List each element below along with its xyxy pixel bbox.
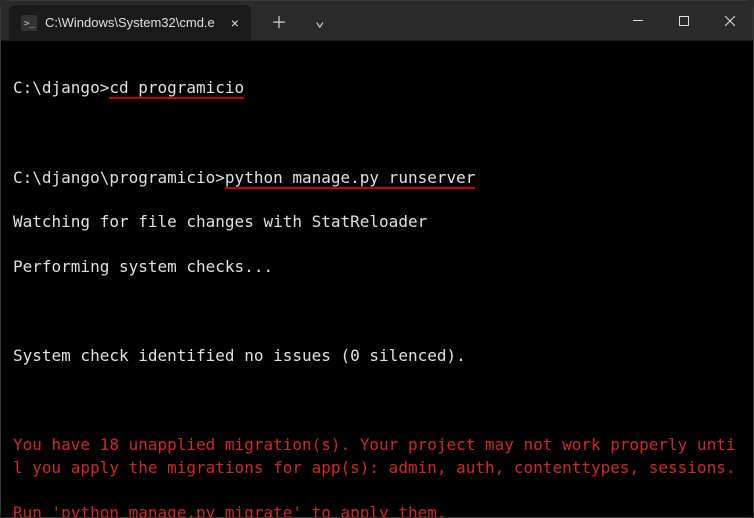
minimize-button[interactable]	[615, 1, 661, 40]
prompt-line: C:\django\programicio>python manage.py r…	[13, 167, 741, 189]
svg-text:>_: >_	[24, 19, 35, 29]
prompt-text: C:\django>	[13, 78, 109, 97]
blank-line	[13, 122, 741, 144]
cmd-icon: >_	[21, 15, 37, 31]
output-line: System check identified no issues (0 sil…	[13, 345, 741, 367]
close-button[interactable]	[707, 1, 753, 40]
command-text: python manage.py runserver	[225, 168, 475, 187]
prompt-text: C:\django\programicio>	[13, 168, 225, 187]
window-controls	[615, 1, 753, 40]
new-tab-button[interactable]: ＋	[263, 5, 295, 37]
terminal-output[interactable]: C:\django>cd programicio C:\django\progr…	[1, 41, 753, 517]
prompt-line: C:\django>cd programicio	[13, 77, 741, 99]
output-line: Watching for file changes with StatReloa…	[13, 211, 741, 233]
titlebar: >_ C:\Windows\System32\cmd.e × ＋ ⌄	[1, 1, 753, 41]
warning-line: You have 18 unapplied migration(s). Your…	[13, 434, 741, 479]
tab-close-button[interactable]: ×	[231, 15, 239, 31]
tab-title: C:\Windows\System32\cmd.e	[45, 15, 215, 30]
tab-cmd[interactable]: >_ C:\Windows\System32\cmd.e ×	[9, 5, 251, 41]
command-text: cd programicio	[109, 78, 244, 97]
maximize-button[interactable]	[661, 1, 707, 40]
blank-line	[13, 301, 741, 323]
blank-line	[13, 390, 741, 412]
tab-dropdown-button[interactable]: ⌄	[307, 7, 333, 34]
output-line: Performing system checks...	[13, 256, 741, 278]
warning-line: Run 'python manage.py migrate' to apply …	[13, 502, 741, 517]
